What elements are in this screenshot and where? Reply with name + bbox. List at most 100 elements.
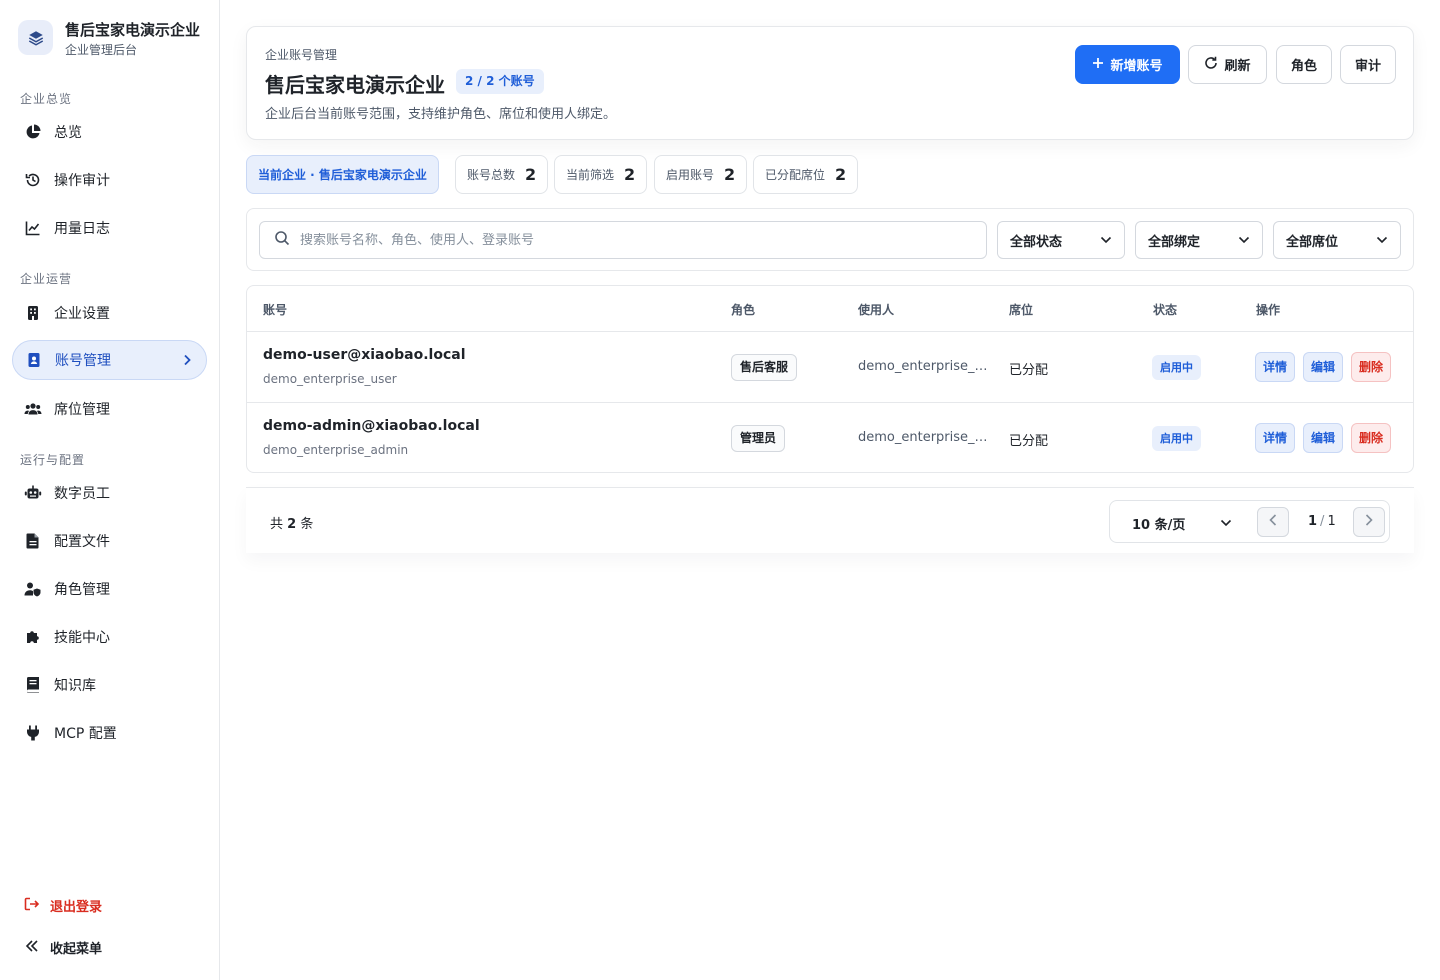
sidebar-item-label: 知识库 xyxy=(54,678,96,694)
search-input[interactable] xyxy=(300,232,940,248)
sidebar-item-config-files[interactable]: 配置文件 xyxy=(12,521,207,561)
seat-cell: 已分配 xyxy=(1009,363,1049,378)
sidebar-item-label: 角色管理 xyxy=(54,582,110,598)
binding-filter-select[interactable]: 全部绑定 xyxy=(1135,221,1263,259)
status-filter-value: 全部状态 xyxy=(1010,234,1063,250)
sidebar-item-label: 操作审计 xyxy=(54,173,110,189)
stat-value: 2 xyxy=(835,165,847,184)
sidebar-item-overview[interactable]: 总览 xyxy=(12,112,207,152)
sidebar-item-digital-employee[interactable]: 数字员工 xyxy=(12,473,207,513)
delete-button[interactable]: 删除 xyxy=(1351,423,1392,453)
history-icon xyxy=(24,171,42,189)
audit-button[interactable]: 审计 xyxy=(1340,45,1396,84)
prev-page-button[interactable] xyxy=(1257,507,1289,537)
sidebar-item-account-management[interactable]: 账号管理 xyxy=(12,340,207,380)
total-value: 2 xyxy=(287,517,297,532)
current-enterprise-label: 当前企业 · 售后宝家电演示企业 xyxy=(258,168,427,182)
sidebar-item-label: 技能中心 xyxy=(54,630,110,646)
page-header-card: 企业账号管理 售后宝家电演示企业 2 / 2 个账号 企业后台当前账号范围，支持… xyxy=(246,26,1414,140)
column-header-actions: 操作 xyxy=(1256,303,1281,317)
collapse-menu-button[interactable]: 收起菜单 xyxy=(24,938,102,957)
refresh-button[interactable]: 刷新 xyxy=(1188,45,1267,84)
sidebar-item-seat-management[interactable]: 席位管理 xyxy=(12,389,207,429)
stat-total-accounts: 账号总数 2 xyxy=(455,155,549,194)
sidebar-item-skill-center[interactable]: 技能中心 xyxy=(12,617,207,657)
status-badge: 启用中 xyxy=(1152,426,1201,451)
sidebar: 售后宝家电演示企业 企业管理后台 企业总览 总览 操作审计 用量日志 企业运营 … xyxy=(0,0,220,980)
chevron-down-icon xyxy=(1100,233,1112,248)
total-count: 共 2 条 xyxy=(270,513,313,532)
brand: 售后宝家电演示企业 企业管理后台 xyxy=(18,20,200,59)
user-cell: demo_enterprise_admin xyxy=(858,430,993,445)
sidebar-item-enterprise-settings[interactable]: 企业设置 xyxy=(12,293,207,333)
sidebar-item-usage-log[interactable]: 用量日志 xyxy=(12,208,207,248)
book-icon xyxy=(24,676,42,694)
sidebar-item-label: 账号管理 xyxy=(55,353,111,369)
sidebar-item-knowledge-base[interactable]: 知识库 xyxy=(12,665,207,705)
binding-filter-value: 全部绑定 xyxy=(1148,234,1201,250)
sidebar-item-audit[interactable]: 操作审计 xyxy=(12,160,207,200)
chevron-down-icon xyxy=(1238,233,1250,248)
sidebar-item-label: 席位管理 xyxy=(54,402,110,418)
logout-button[interactable]: 退出登录 xyxy=(24,896,102,915)
stat-value: 2 xyxy=(724,165,736,184)
sidebar-item-mcp-config[interactable]: MCP 配置 xyxy=(12,713,207,753)
users-icon xyxy=(24,400,42,418)
stat-label: 已分配席位 xyxy=(765,168,826,182)
filter-bar: 全部状态 全部绑定 全部席位 xyxy=(246,208,1414,271)
section-label-operations: 企业运营 xyxy=(20,272,73,286)
search-icon xyxy=(274,230,290,250)
page-indicator: 1/1 xyxy=(1308,514,1336,529)
delete-button[interactable]: 删除 xyxy=(1351,352,1392,382)
sidebar-item-role-management[interactable]: 角色管理 xyxy=(12,569,207,609)
pagination-bar: 共 2 条 10 条/页 1/1 xyxy=(246,487,1414,553)
pager: 10 条/页 1/1 xyxy=(1109,500,1390,543)
roles-label: 角色 xyxy=(1290,59,1317,74)
section-label-runtime-config: 运行与配置 xyxy=(20,453,86,467)
pie-chart-icon xyxy=(24,123,42,141)
seat-filter-select[interactable]: 全部席位 xyxy=(1273,221,1401,259)
sidebar-item-label: MCP 配置 xyxy=(54,726,117,742)
page-description: 企业后台当前账号范围，支持维护角色、席位和使用人绑定。 xyxy=(265,107,617,122)
chevron-right-icon xyxy=(182,353,192,371)
chevron-right-icon xyxy=(1365,514,1373,530)
roles-button[interactable]: 角色 xyxy=(1276,45,1332,84)
brand-title: 售后宝家电演示企业 xyxy=(65,21,201,39)
total-pages: 1 xyxy=(1327,514,1336,529)
detail-button[interactable]: 详情 xyxy=(1255,352,1296,382)
column-header-seat: 席位 xyxy=(1009,303,1034,317)
column-header-user: 使用人 xyxy=(858,303,895,317)
page-size-select[interactable]: 10 条/页 xyxy=(1132,514,1185,533)
sidebar-item-label: 企业设置 xyxy=(54,306,110,322)
building-icon xyxy=(24,304,42,322)
section-label-overview: 企业总览 xyxy=(20,92,73,106)
layers-logo-icon xyxy=(18,20,53,55)
role-tag: 售后客服 xyxy=(731,354,798,381)
add-account-button[interactable]: 新增账号 xyxy=(1075,45,1180,84)
plug-icon xyxy=(24,724,42,742)
stat-current-filter: 当前筛选 2 xyxy=(554,155,648,194)
detail-button[interactable]: 详情 xyxy=(1255,423,1296,453)
sidebar-item-label: 用量日志 xyxy=(54,221,110,237)
puzzle-icon xyxy=(24,628,42,646)
account-name: demo-admin@xiaobao.local xyxy=(263,418,480,434)
account-login: demo_enterprise_admin xyxy=(263,443,409,457)
file-icon xyxy=(24,532,42,550)
refresh-label: 刷新 xyxy=(1224,59,1251,74)
stat-label: 当前筛选 xyxy=(566,168,615,182)
double-chevron-left-icon xyxy=(24,939,40,957)
page-eyebrow: 企业账号管理 xyxy=(265,48,338,62)
next-page-button[interactable] xyxy=(1353,507,1385,537)
stat-label: 启用账号 xyxy=(666,168,715,182)
role-tag: 管理员 xyxy=(731,425,786,452)
stat-enabled-accounts: 启用账号 2 xyxy=(654,155,748,194)
chevron-left-icon xyxy=(1269,514,1277,530)
search-box[interactable] xyxy=(259,221,987,259)
chevron-down-icon[interactable] xyxy=(1220,515,1232,531)
edit-button[interactable]: 编辑 xyxy=(1303,352,1344,382)
edit-button[interactable]: 编辑 xyxy=(1303,423,1344,453)
stat-assigned-seats: 已分配席位 2 xyxy=(753,155,859,194)
page-separator: / xyxy=(1320,514,1325,529)
logout-icon xyxy=(24,897,40,915)
status-filter-select[interactable]: 全部状态 xyxy=(997,221,1125,259)
